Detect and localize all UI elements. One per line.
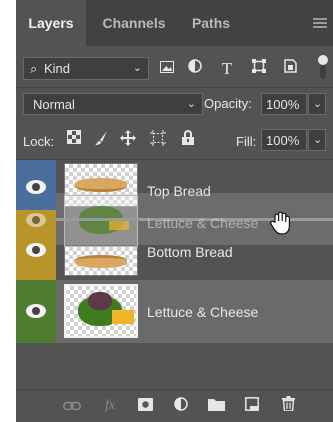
fill-input[interactable]: 100% (261, 129, 307, 151)
fill-dropdown-button[interactable]: ⌄ (308, 129, 326, 151)
layers-empty-area (16, 343, 333, 389)
layer-thumbnail (64, 284, 138, 338)
filter-toggle-switch[interactable] (318, 55, 328, 79)
layers-bottom-toolbar: fx (16, 389, 333, 422)
type-filter-icon[interactable]: T (216, 58, 238, 80)
blend-mode-select[interactable]: Normal ⌄ (23, 93, 203, 115)
eye-icon[interactable] (26, 180, 46, 194)
layer-name: Lettuce & Cheese (147, 304, 259, 320)
layer-name: Bottom Bread (147, 244, 233, 260)
layers-panel: Layers Channels Paths ⌕ Kind ⌄ T Normal … (16, 0, 333, 422)
filter-kind-value: Kind (44, 61, 71, 76)
filter-kind-select[interactable]: ⌕ Kind ⌄ (23, 57, 149, 80)
opacity-dropdown-button[interactable]: ⌄ (308, 93, 326, 115)
layer-mask-icon[interactable] (135, 396, 155, 416)
panel-tab-bar: Layers Channels Paths (16, 0, 333, 46)
image-filter-icon[interactable] (156, 58, 178, 80)
grab-hand-icon (268, 210, 294, 236)
adjustment-layer-icon[interactable] (171, 396, 191, 416)
layer-thumbnail (64, 246, 138, 276)
lock-image-pixels-icon[interactable] (92, 130, 112, 150)
lock-transparent-pixels-icon[interactable] (64, 130, 84, 150)
lock-all-icon[interactable] (178, 130, 198, 150)
chevron-down-icon: ⌄ (132, 62, 142, 74)
opacity-input[interactable]: 100% (261, 93, 307, 115)
tab-channels[interactable]: Channels (88, 0, 180, 46)
trash-icon[interactable] (278, 396, 298, 416)
new-layer-icon[interactable] (242, 396, 262, 416)
chevron-down-icon: ⌄ (313, 134, 323, 146)
drag-ghost-name: Lettuce & Cheese (147, 215, 259, 231)
panel-menu-icon[interactable] (313, 18, 327, 29)
tab-paths[interactable]: Paths (182, 0, 240, 46)
shape-filter-icon[interactable] (248, 58, 270, 80)
adjustment-filter-icon[interactable] (184, 58, 206, 80)
divider (16, 87, 333, 88)
eye-icon[interactable] (26, 243, 46, 257)
eye-icon (26, 213, 46, 227)
search-icon: ⌕ (30, 61, 38, 76)
chevron-down-icon: ⌄ (186, 98, 196, 110)
smart-object-filter-icon[interactable] (279, 58, 301, 80)
blend-mode-value: Normal (33, 97, 75, 112)
eye-icon[interactable] (26, 304, 46, 318)
link-layers-icon[interactable] (62, 396, 82, 416)
fill-label: Fill: (236, 134, 257, 149)
lock-position-icon[interactable] (118, 130, 138, 150)
chevron-down-icon: ⌄ (313, 98, 323, 110)
opacity-label: Opacity: (204, 96, 252, 111)
folder-icon[interactable] (206, 396, 226, 416)
lock-label: Lock: (23, 134, 55, 149)
lock-artboard-icon[interactable] (148, 130, 168, 150)
fx-icon[interactable]: fx (100, 396, 120, 416)
tab-layers[interactable]: Layers (16, 0, 86, 46)
drag-ghost-thumbnail (64, 195, 138, 247)
